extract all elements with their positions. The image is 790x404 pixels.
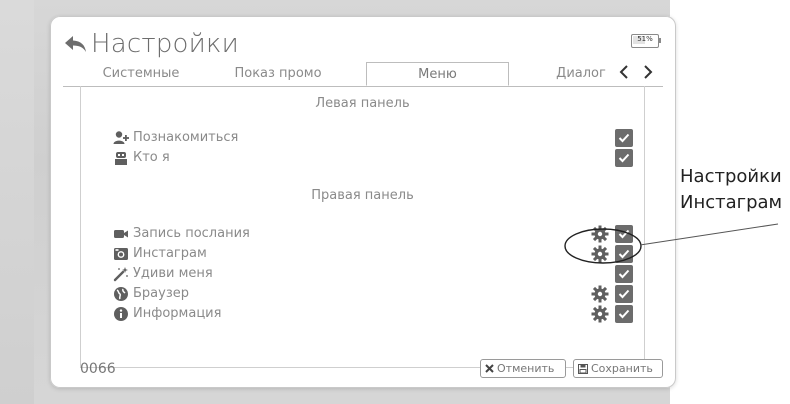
check-icon [618,153,630,163]
tab-bar: Системные Показ промо Меню Диалог [63,62,663,87]
left-panel-title: Левая панель [315,96,410,111]
enabled-checkbox[interactable] [615,149,633,167]
menu-item-label: Инстаграм [133,246,207,261]
menu-item-browser: Браузер [113,284,633,304]
menu-item-who-am-i: Кто я [113,148,633,168]
check-icon [618,309,630,319]
menu-item-record-message: Запись послания [113,224,633,244]
background-left [0,0,34,404]
menu-item-instagram: Инстаграм [113,244,633,264]
enabled-checkbox[interactable] [615,129,633,147]
save-button[interactable]: Сохранить [573,359,663,378]
check-icon [618,269,630,279]
chevron-right-icon [644,65,653,79]
menu-item-label: Браузер [133,286,189,301]
menu-item-label: Кто я [133,150,170,165]
right-panel-title: Правая панель [311,188,414,203]
floppy-disk-icon [578,363,588,374]
add-user-icon [113,130,129,146]
check-icon [618,133,630,143]
check-icon [618,289,630,299]
annotation-line-2: Инстаграм [680,192,783,213]
check-icon [618,229,630,239]
cancel-label: Отменить [497,362,555,375]
info-icon [113,306,129,322]
battery-label: 51% [637,35,653,43]
robot-icon [113,150,129,166]
battery-indicator: 51% [631,34,661,48]
tab-system[interactable]: Системные [81,62,201,86]
enabled-checkbox[interactable] [615,245,633,263]
chevron-left-icon [619,65,628,79]
gear-icon[interactable] [591,285,609,303]
menu-item-label: Удиви меня [133,266,213,281]
menu-item-label: Познакомиться [133,130,239,145]
check-icon [618,249,630,259]
annotation-line-1: Настройки [680,166,782,187]
enabled-checkbox[interactable] [615,225,633,243]
cancel-button[interactable]: Отменить [480,359,566,378]
annotation-callout: Настройки Инстаграм [680,164,782,216]
gear-icon[interactable] [591,305,609,323]
tab-menu[interactable]: Меню [366,62,509,86]
video-camera-icon [113,226,129,242]
close-icon [485,364,494,373]
settings-panel: Настройки 51% Системные Показ промо Меню… [50,16,676,388]
camera-icon [113,246,129,262]
menu-item-label: Информация [133,306,222,321]
save-label: Сохранить [591,362,653,375]
tab-prev-button[interactable] [615,64,633,84]
back-arrow-icon[interactable] [63,31,89,57]
header: Настройки [63,24,239,64]
magic-wand-icon [113,266,129,282]
enabled-checkbox[interactable] [615,305,633,323]
enabled-checkbox[interactable] [615,285,633,303]
enabled-checkbox[interactable] [615,265,633,283]
tab-dialog[interactable]: Диалог [541,62,621,86]
device-code: 0066 [80,361,116,377]
menu-item-meet: Познакомиться [113,128,633,148]
gear-icon[interactable] [591,245,609,263]
globe-icon [113,286,129,302]
menu-item-label: Запись послания [133,226,250,241]
menu-item-information: Информация [113,304,633,324]
menu-item-surprise-me: Удиви меня [113,264,633,284]
gear-icon[interactable] [591,225,609,243]
page-title: Настройки [91,29,239,59]
tab-promo[interactable]: Показ промо [218,62,338,86]
tab-next-button[interactable] [639,64,657,84]
menu-settings-content: Левая панель Познакомиться Кто я Правая … [80,86,645,368]
